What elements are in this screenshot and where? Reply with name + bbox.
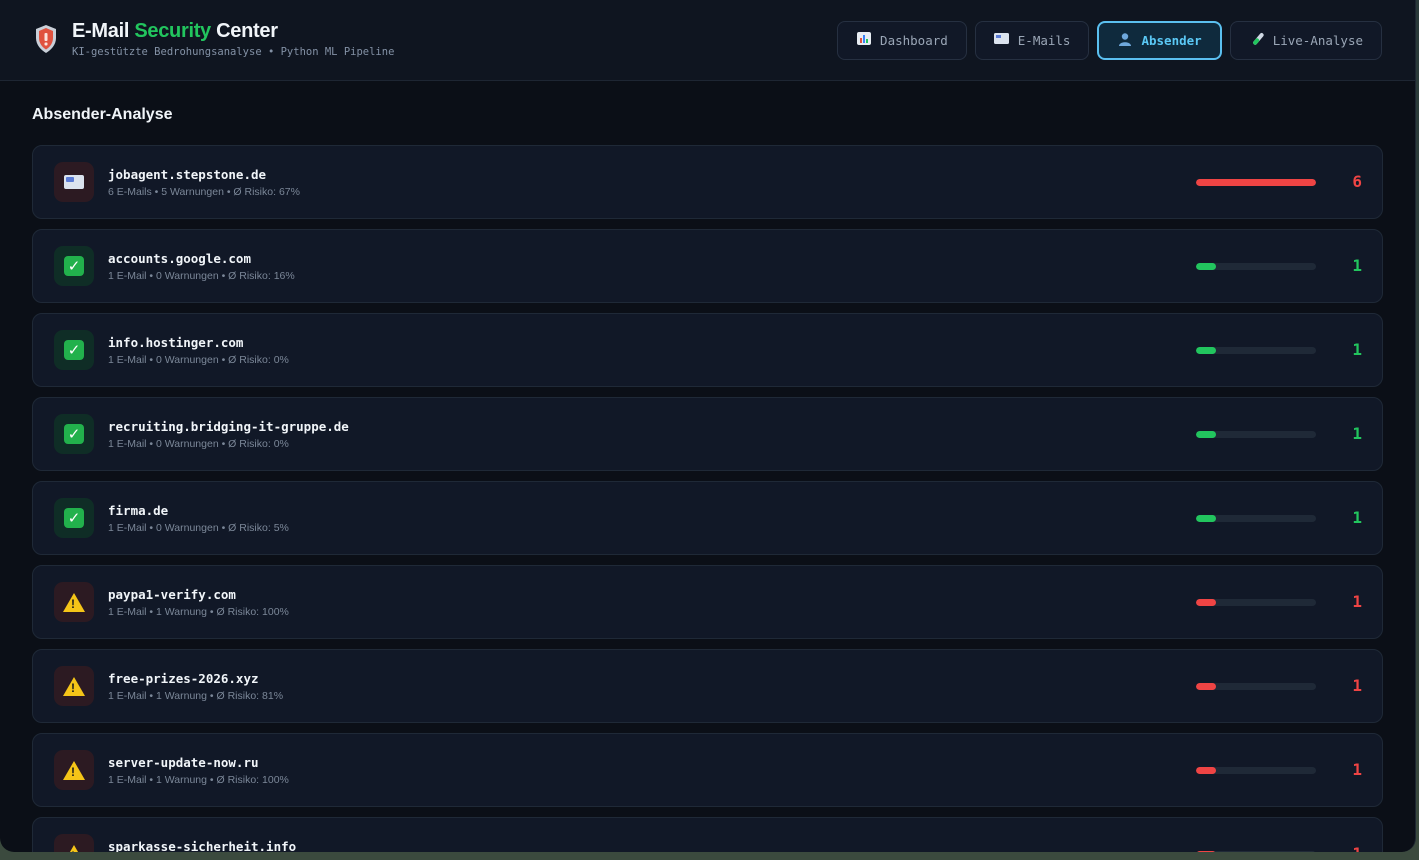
sender-domain: free-prizes-2026.xyz [108, 671, 259, 686]
sender-domain: firma.de [108, 503, 169, 518]
email-count: 1 [1352, 424, 1362, 443]
status-badge: ✓ [54, 246, 94, 286]
status-badge: ! [54, 666, 94, 706]
nav-emails-button[interactable]: E-Mails [974, 21, 1090, 60]
sender-row[interactable]: ! paypa1-verify.com 1 E-Mail • 1 Warnung… [32, 565, 1383, 639]
status-badge: ! [54, 750, 94, 790]
app-subtitle: KI-gestützte Bedrohungsanalyse • Python … [72, 46, 395, 58]
nav-absender-label: Absender [1141, 33, 1202, 48]
sender-meta: 1 E-Mail • 0 Warnungen • Ø Risiko: 0% [108, 438, 289, 450]
email-count: 1 [1352, 676, 1362, 695]
email-count: 1 [1352, 844, 1362, 852]
sender-row[interactable]: ✓ info.hostinger.com 1 E-Mail • 0 Warnun… [32, 313, 1383, 387]
risk-bar [1196, 599, 1316, 606]
risk-bar-fill [1196, 599, 1217, 606]
sender-domain: server-update-now.ru [108, 755, 259, 770]
risk-bar [1196, 347, 1316, 354]
nav-live-analyse-button[interactable]: Live-Analyse [1229, 21, 1382, 60]
check-icon: ✓ [64, 508, 84, 528]
app-title: E-Mail Security Center [72, 20, 278, 42]
risk-bar [1196, 683, 1316, 690]
nav-emails-label: E-Mails [1017, 33, 1071, 48]
email-count: 1 [1352, 508, 1362, 527]
nav-absender-button[interactable]: Absender [1097, 21, 1222, 60]
main-nav: Dashboard E-Mails Absender Live-Analyse [837, 21, 1382, 60]
sender-meta: 1 E-Mail • 1 Warnung • Ø Risiko: 100% [108, 774, 289, 786]
warning-icon: ! [63, 844, 85, 852]
sender-row[interactable]: ! sparkasse-sicherheit.info 1 [32, 817, 1383, 852]
risk-bar-fill [1196, 515, 1217, 522]
sender-row[interactable]: jobagent.stepstone.de 6 E-Mails • 5 Warn… [32, 145, 1383, 219]
risk-bar [1196, 851, 1316, 852]
chart-icon [856, 32, 872, 49]
test-tube-icon [1249, 32, 1265, 50]
sender-row[interactable]: ✓ accounts.google.com 1 E-Mail • 0 Warnu… [32, 229, 1383, 303]
warning-icon: ! [63, 760, 85, 780]
status-badge: ! [54, 582, 94, 622]
status-badge: ! [54, 834, 94, 852]
risk-bar-fill [1196, 263, 1217, 270]
risk-bar-fill [1196, 683, 1217, 690]
nav-dashboard-label: Dashboard [880, 33, 948, 48]
sender-meta: 6 E-Mails • 5 Warnungen • Ø Risiko: 67% [108, 186, 300, 198]
risk-bar [1196, 431, 1316, 438]
check-icon: ✓ [64, 256, 84, 276]
risk-bar-fill [1196, 347, 1217, 354]
section-title: Absender-Analyse [32, 106, 173, 123]
status-badge: ✓ [54, 414, 94, 454]
app-header: E-Mail Security Center KI-gestützte Bedr… [0, 0, 1415, 81]
sender-domain: recruiting.bridging-it-gruppe.de [108, 419, 349, 434]
risk-bar [1196, 263, 1316, 270]
sender-meta: 1 E-Mail • 0 Warnungen • Ø Risiko: 0% [108, 354, 289, 366]
check-icon: ✓ [64, 340, 84, 360]
sender-row[interactable]: ! free-prizes-2026.xyz 1 E-Mail • 1 Warn… [32, 649, 1383, 723]
email-count: 1 [1352, 256, 1362, 275]
sender-domain: accounts.google.com [108, 251, 251, 266]
check-icon: ✓ [64, 424, 84, 444]
sender-domain: info.hostinger.com [108, 335, 244, 350]
status-badge: ✓ [54, 498, 94, 538]
sender-domain: jobagent.stepstone.de [108, 167, 267, 182]
warning-icon: ! [63, 676, 85, 696]
email-count: 1 [1352, 340, 1362, 359]
shield-icon [36, 25, 56, 53]
risk-bar-fill [1196, 431, 1217, 438]
sender-row[interactable]: ✓ firma.de 1 E-Mail • 0 Warnungen • Ø Ri… [32, 481, 1383, 555]
risk-bar-fill [1196, 179, 1316, 186]
sender-row[interactable]: ✓ recruiting.bridging-it-gruppe.de 1 E-M… [32, 397, 1383, 471]
user-icon [1117, 32, 1133, 50]
warning-icon: ! [63, 592, 85, 612]
status-badge [54, 162, 94, 202]
envelope-icon [64, 175, 84, 189]
sender-meta: 1 E-Mail • 0 Warnungen • Ø Risiko: 5% [108, 522, 289, 534]
sender-meta: 1 E-Mail • 0 Warnungen • Ø Risiko: 16% [108, 270, 295, 282]
email-count: 1 [1352, 592, 1362, 611]
risk-bar [1196, 767, 1316, 774]
risk-bar [1196, 515, 1316, 522]
risk-bar-fill [1196, 767, 1217, 774]
sender-meta: 1 E-Mail • 1 Warnung • Ø Risiko: 100% [108, 606, 289, 618]
app-window: E-Mail Security Center KI-gestützte Bedr… [0, 0, 1416, 852]
envelope-icon [994, 33, 1010, 48]
email-count: 6 [1352, 172, 1362, 191]
risk-bar-fill [1196, 851, 1217, 852]
nav-live-analyse-label: Live-Analyse [1272, 33, 1363, 48]
sender-meta: 1 E-Mail • 1 Warnung • Ø Risiko: 81% [108, 690, 284, 702]
sender-row[interactable]: ! server-update-now.ru 1 E-Mail • 1 Warn… [32, 733, 1383, 807]
risk-bar [1196, 179, 1316, 186]
email-count: 1 [1352, 760, 1362, 779]
sender-list: jobagent.stepstone.de 6 E-Mails • 5 Warn… [32, 145, 1383, 852]
nav-dashboard-button[interactable]: Dashboard [837, 21, 967, 60]
sender-domain: sparkasse-sicherheit.info [108, 839, 297, 852]
sender-domain: paypa1-verify.com [108, 587, 236, 602]
status-badge: ✓ [54, 330, 94, 370]
